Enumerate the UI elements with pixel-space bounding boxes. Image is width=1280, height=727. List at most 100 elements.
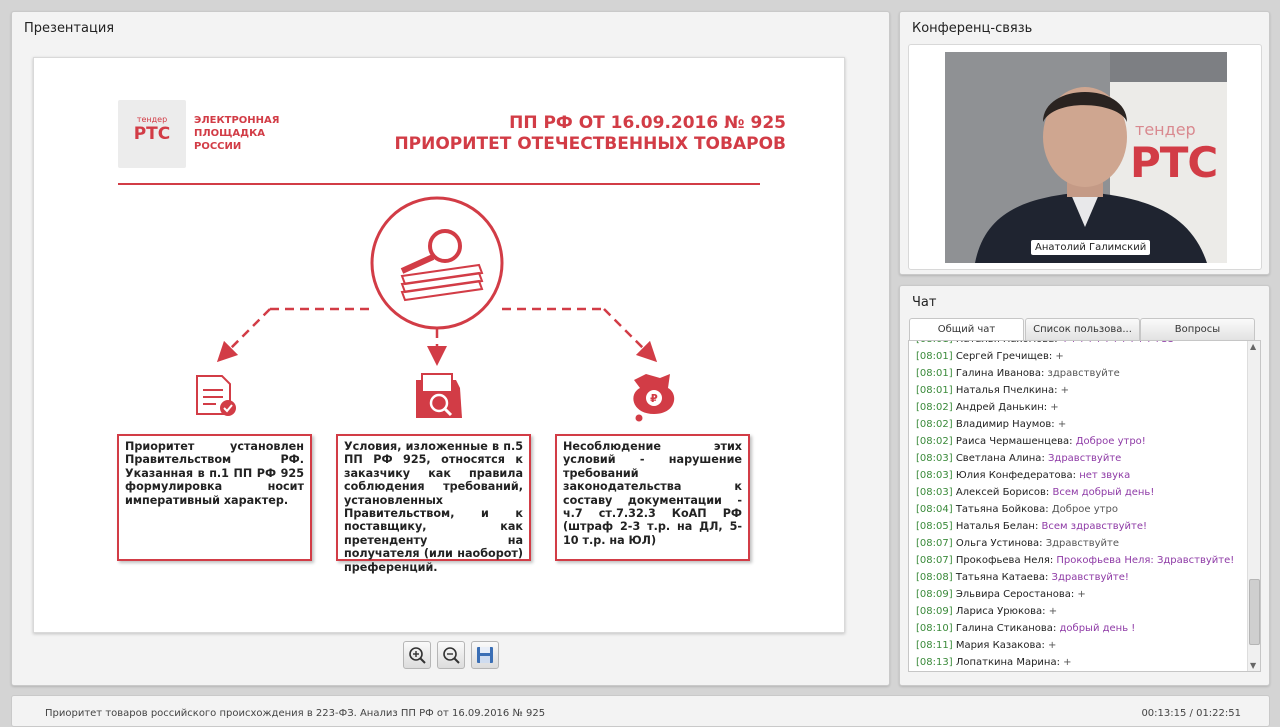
message-text: +	[1048, 640, 1057, 651]
message-timestamp: [08:09]	[916, 606, 953, 617]
chat-message: [08:01] Наталья Пахомова: ++++++++++++33	[916, 341, 1174, 347]
message-timestamp: [08:07]	[916, 555, 953, 566]
message-text: здравствуйте	[1047, 368, 1120, 379]
message-author: Владимир Наумов	[955, 419, 1052, 430]
message-timestamp: [08:01]	[916, 385, 953, 396]
save-button[interactable]	[471, 641, 499, 669]
scroll-down-arrow[interactable]: ▼	[1250, 661, 1256, 670]
chat-message: [08:03] Алексей Борисов: Всем добрый ден…	[916, 487, 1155, 498]
chat-message: [08:01] Сергей Гречищев: +	[916, 351, 1064, 362]
chat-message: [08:05] Наталья Белан: Всем здравствуйте…	[916, 521, 1147, 532]
message-author: Татьяна Бойкова	[955, 504, 1046, 515]
message-author: Лопаткина Марина	[955, 657, 1057, 668]
zoom-in-icon	[409, 647, 426, 664]
message-text: +	[1050, 402, 1059, 413]
zoom-out-button[interactable]	[437, 641, 465, 669]
message-timestamp: [08:01]	[916, 351, 953, 362]
backdrop-small-text: тендер	[1135, 120, 1196, 139]
chat-message: [08:02] Владимир Наумов: +	[916, 419, 1067, 430]
folder-search-icon	[416, 373, 462, 418]
info-box-conditions: Условия, изложенные в п.5 ПП РФ 925, отн…	[336, 434, 531, 574]
presentation-panel: Презентация тендер РТС ЭЛЕКТРОННАЯ ПЛОЩА…	[11, 11, 890, 686]
message-timestamp: [08:01]	[916, 368, 953, 379]
message-author: Андрей Данькин	[955, 402, 1044, 413]
message-timestamp: [08:09]	[916, 589, 953, 600]
message-author: Светлана Алина	[955, 453, 1042, 464]
message-text: Доброе утро	[1051, 504, 1118, 515]
message-timestamp: [08:04]	[916, 504, 953, 515]
video-container: тендер РТС Анатолий Галимский	[908, 44, 1262, 270]
message-author: Мария Казакова	[955, 640, 1042, 651]
conference-panel: Конференц-связь тендер РТС Анатолий Гали…	[899, 11, 1270, 275]
message-text: Здравствуйте	[1048, 453, 1122, 464]
chat-message: [08:13] Лопаткина Марина: +	[916, 657, 1072, 668]
chat-message: [08:07] Ольга Устинова: Здравствуйте	[916, 538, 1119, 549]
tab-questions[interactable]: Вопросы	[1140, 318, 1255, 340]
message-timestamp: [08:03]	[916, 470, 953, 481]
chat-message-list[interactable]: [08:01] Наталья Пахомова: ++++++++++++33…	[908, 340, 1261, 672]
message-text: +	[1048, 606, 1058, 617]
message-text: нет звука	[1079, 470, 1131, 481]
message-text: +	[1055, 351, 1064, 362]
lecture-title: Приоритет товаров российского происхожде…	[45, 708, 546, 719]
chat-message: [08:01] Галина Иванова: здравствуйте	[916, 368, 1120, 379]
chat-message: [08:02] Андрей Данькин: +	[916, 402, 1059, 413]
message-timestamp: [08:02]	[916, 436, 953, 447]
info-box-violation: Несоблюдение этих условий - нарушение тр…	[555, 434, 750, 561]
chat-message: [08:08] Татьяна Катаева: Здравствуйте!	[916, 572, 1129, 583]
message-timestamp: [08:10]	[916, 623, 953, 634]
message-text: +	[1060, 385, 1070, 396]
message-author: Алексей Борисов	[955, 487, 1046, 498]
footer-bar: Приоритет товаров российского происхожде…	[11, 695, 1270, 727]
presentation-title: Презентация	[24, 21, 115, 36]
chat-title: Чат	[912, 295, 937, 310]
message-author: Сергей Гречищев	[955, 351, 1049, 362]
message-timestamp: [08:03]	[916, 453, 953, 464]
message-author: Раиса Чермашенцева	[955, 436, 1070, 447]
zoom-in-button[interactable]	[403, 641, 431, 669]
chat-scrollbar[interactable]: ▲ ▼	[1247, 341, 1260, 671]
message-text: ++++++++++++33	[1061, 341, 1174, 345]
message-text: Всем здравствуйте!	[1041, 521, 1147, 532]
central-circle	[370, 196, 504, 330]
backdrop-big-text: РТС	[1130, 138, 1218, 187]
message-text: Всем добрый день!	[1052, 487, 1155, 498]
money-bag-ruble-icon: ₽	[633, 374, 675, 422]
video-feed[interactable]: тендер РТС Анатолий Галимский	[945, 52, 1227, 263]
chat-message: [08:03] Светлана Алина: Здравствуйте	[916, 453, 1122, 464]
message-text: Прокофьева Неля: Здравствуйте!	[1056, 555, 1235, 566]
playback-time: 00:13:15 / 01:22:51	[1141, 708, 1241, 719]
message-author: Галина Стиканова	[955, 623, 1053, 634]
message-text: Здравствуйте!	[1051, 572, 1129, 583]
chat-message: [08:09] Лариса Урюкова: +	[916, 606, 1058, 617]
chat-message: [08:09] Эльвира Серостанова: +	[916, 589, 1086, 600]
arrow-left	[216, 308, 271, 363]
message-text: +	[1077, 589, 1086, 600]
message-timestamp: [08:02]	[916, 402, 953, 413]
message-timestamp: [08:05]	[916, 521, 953, 532]
message-author: Галина Иванова	[955, 368, 1041, 379]
tab-user-list[interactable]: Список пользова...	[1025, 318, 1140, 340]
message-author: Лариса Урюкова	[955, 606, 1043, 617]
chat-message: [08:02] Раиса Чермашенцева: Доброе утро!	[916, 436, 1146, 447]
chat-message: [08:10] Галина Стиканова: добрый день !	[916, 623, 1136, 634]
chat-message: [08:04] Татьяна Бойкова: Доброе утро	[916, 504, 1118, 515]
message-author: Наталья Пчелкина	[955, 385, 1055, 396]
message-timestamp: [08:07]	[916, 538, 953, 549]
chat-message: [08:07] Прокофьева Неля: Прокофьева Неля…	[916, 555, 1235, 566]
message-text: +	[1057, 419, 1067, 430]
message-author: Татьяна Катаева	[955, 572, 1045, 583]
message-timestamp: [08:13]	[916, 657, 953, 668]
scroll-thumb[interactable]	[1249, 579, 1260, 645]
message-author: Юлия Конфедератова	[955, 470, 1073, 481]
slide: тендер РТС ЭЛЕКТРОННАЯ ПЛОЩАДКА РОССИИ П…	[33, 57, 845, 633]
conference-title: Конференц-связь	[912, 21, 1033, 36]
message-author: Эльвира Серостанова	[955, 589, 1071, 600]
tab-general-chat[interactable]: Общий чат	[909, 318, 1024, 340]
message-text: Доброе утро!	[1075, 436, 1146, 447]
message-timestamp: [08:01]	[916, 341, 953, 345]
chat-message: [08:03] Юлия Конфедератова: нет звука	[916, 470, 1131, 481]
scroll-up-arrow[interactable]: ▲	[1250, 342, 1256, 351]
speaker-name-label: Анатолий Галимский	[1031, 240, 1151, 255]
info-box-priority: Приоритет установлен Правительством РФ. …	[117, 434, 312, 561]
